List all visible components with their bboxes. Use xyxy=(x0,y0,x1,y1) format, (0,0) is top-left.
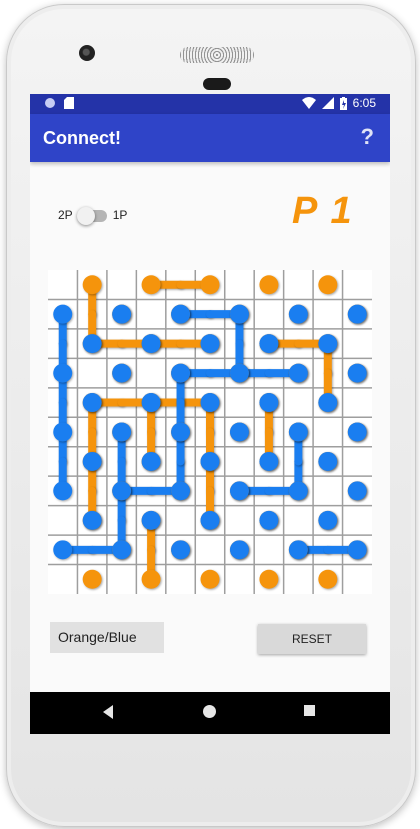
color-scheme-selector[interactable]: Orange/Blue xyxy=(50,622,164,653)
reset-button[interactable]: RESET xyxy=(258,624,366,654)
blue-dot[interactable] xyxy=(112,540,132,560)
blue-dot[interactable] xyxy=(318,510,338,530)
blue-dot[interactable] xyxy=(318,393,338,413)
app-title: Connect! xyxy=(43,128,121,148)
orange-dot[interactable] xyxy=(141,569,161,589)
orange-dot[interactable] xyxy=(259,569,279,589)
orange-dot[interactable] xyxy=(318,275,338,295)
blue-dot[interactable] xyxy=(141,451,161,471)
blue-dot[interactable] xyxy=(200,451,220,471)
blue-dot[interactable] xyxy=(171,481,191,501)
blue-dot[interactable] xyxy=(347,422,367,442)
blue-dot[interactable] xyxy=(259,451,279,471)
front-camera xyxy=(79,45,95,61)
help-button[interactable]: ? xyxy=(361,124,374,150)
blue-dot[interactable] xyxy=(347,304,367,324)
blue-dot[interactable] xyxy=(318,334,338,354)
blue-dot[interactable] xyxy=(200,393,220,413)
blue-dot[interactable] xyxy=(347,481,367,501)
blue-dot[interactable] xyxy=(171,422,191,442)
player-mode-switch[interactable] xyxy=(76,207,107,225)
orange-dot[interactable] xyxy=(82,275,102,295)
home-icon[interactable] xyxy=(202,704,217,719)
mode-toggle-row: 2P 1P xyxy=(58,207,128,225)
blue-dot[interactable] xyxy=(141,510,161,530)
blue-dot[interactable] xyxy=(229,481,249,501)
blue-dot[interactable] xyxy=(288,363,308,383)
blue-dot[interactable] xyxy=(112,422,132,442)
navigation-bar xyxy=(30,692,390,734)
app-bar: Connect! ? xyxy=(30,114,390,162)
clock: 6:05 xyxy=(352,96,376,110)
blue-dot[interactable] xyxy=(112,481,132,501)
blue-dot[interactable] xyxy=(318,451,338,471)
orange-dot[interactable] xyxy=(200,569,220,589)
blue-dot[interactable] xyxy=(171,304,191,324)
blue-dot[interactable] xyxy=(82,510,102,530)
status-bar: 6:05 xyxy=(30,94,390,114)
mode-2p-label: 2P xyxy=(58,208,73,222)
blue-dot[interactable] xyxy=(53,481,73,501)
recents-icon[interactable] xyxy=(303,704,316,717)
blue-dot[interactable] xyxy=(53,422,73,442)
blue-dot[interactable] xyxy=(229,363,249,383)
screen: 6:05 Connect! ? 2P 1P P 1 Orange/Blue RE… xyxy=(30,94,390,734)
blue-dot[interactable] xyxy=(112,363,132,383)
blue-dot[interactable] xyxy=(82,393,102,413)
blue-dot[interactable] xyxy=(288,422,308,442)
blue-dot[interactable] xyxy=(288,304,308,324)
earpiece xyxy=(203,78,231,90)
circle-notification-icon xyxy=(45,98,55,108)
blue-dot[interactable] xyxy=(200,510,220,530)
orange-dot[interactable] xyxy=(141,275,161,295)
blue-dot[interactable] xyxy=(171,540,191,560)
mode-1p-label: 1P xyxy=(112,208,128,222)
blue-dot[interactable] xyxy=(82,451,102,471)
cell-signal-icon xyxy=(321,97,334,109)
blue-dot[interactable] xyxy=(288,481,308,501)
blue-dot[interactable] xyxy=(259,334,279,354)
blue-dot[interactable] xyxy=(53,540,73,560)
blue-dot[interactable] xyxy=(82,334,102,354)
blue-dot[interactable] xyxy=(53,304,73,324)
blue-dot[interactable] xyxy=(229,304,249,324)
speaker-grille xyxy=(180,47,254,63)
blue-dot[interactable] xyxy=(229,422,249,442)
orange-dot[interactable] xyxy=(259,275,279,295)
blue-dot[interactable] xyxy=(112,304,132,324)
blue-dot[interactable] xyxy=(53,363,73,383)
blue-dot[interactable] xyxy=(171,363,191,383)
blue-dot[interactable] xyxy=(200,334,220,354)
current-player-indicator: P 1 xyxy=(292,190,354,232)
orange-dot[interactable] xyxy=(318,569,338,589)
blue-dot[interactable] xyxy=(141,393,161,413)
orange-dot[interactable] xyxy=(200,275,220,295)
blue-dot[interactable] xyxy=(347,540,367,560)
blue-dot[interactable] xyxy=(229,540,249,560)
game-board[interactable] xyxy=(48,270,372,594)
blue-dot[interactable] xyxy=(347,363,367,383)
orange-dot[interactable] xyxy=(82,569,102,589)
back-icon[interactable] xyxy=(102,704,114,720)
sd-card-icon xyxy=(64,97,74,109)
blue-dot[interactable] xyxy=(288,540,308,560)
switch-thumb[interactable] xyxy=(76,207,95,225)
wifi-icon xyxy=(301,97,316,109)
blue-dot[interactable] xyxy=(259,510,279,530)
battery-charging-icon xyxy=(339,96,347,110)
blue-dot[interactable] xyxy=(141,334,161,354)
blue-dot[interactable] xyxy=(259,393,279,413)
